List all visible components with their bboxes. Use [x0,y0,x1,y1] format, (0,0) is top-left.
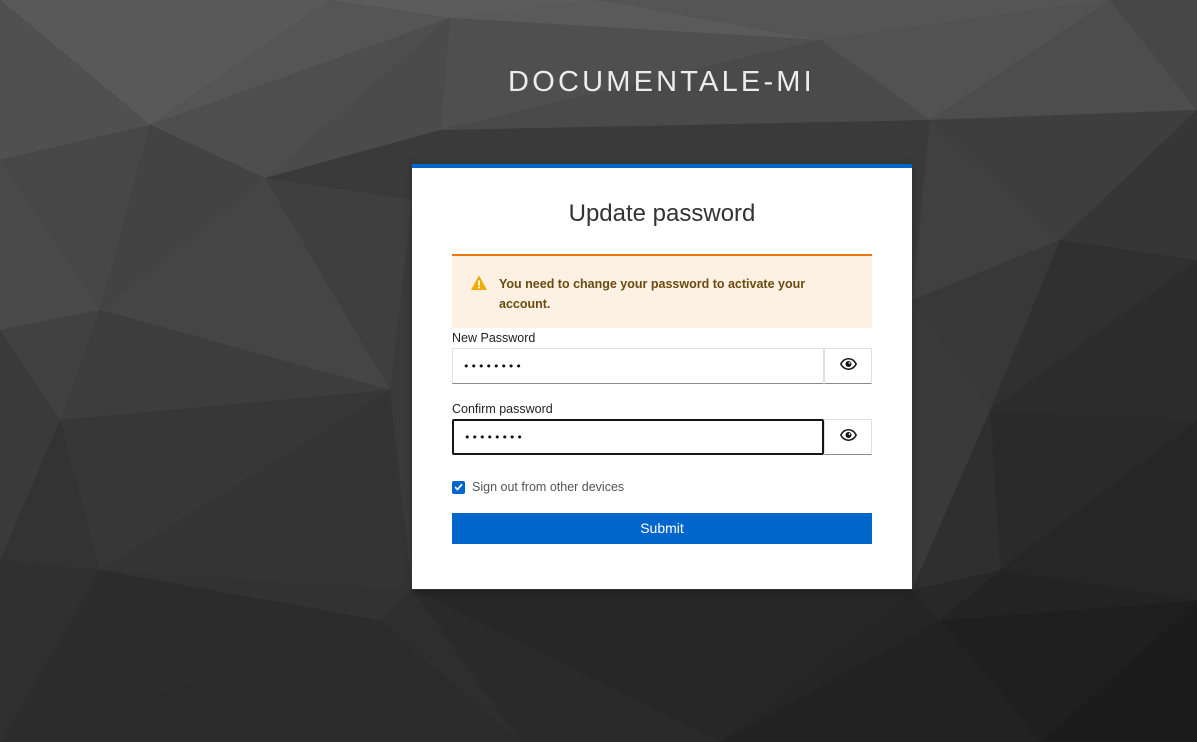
eye-icon [839,428,857,446]
confirm-password-input[interactable] [452,419,824,455]
submit-button[interactable]: Submit [452,513,872,544]
checkmark-icon [454,483,463,491]
confirm-password-group [452,419,872,455]
eye-icon [839,357,857,375]
logout-sessions-label: Sign out from other devices [472,480,625,494]
show-confirm-password-button[interactable] [824,419,872,455]
logout-sessions-checkbox[interactable] [452,480,465,494]
page-title: Update password [568,200,756,227]
new-password-input[interactable] [452,348,824,384]
logout-sessions-row[interactable]: Sign out from other devices [452,478,624,496]
update-password-card: Update password You need to change your … [412,164,912,589]
warning-triangle-icon [470,274,488,292]
new-password-label: New Password [452,331,536,345]
new-password-group [452,348,872,384]
warning-alert: You need to change your password to acti… [452,254,872,328]
confirm-password-label: Confirm password [452,402,553,416]
show-new-password-button[interactable] [824,348,872,384]
alert-message: You need to change your password to acti… [499,277,806,311]
brand-title: DOCUMENTALE-MI [508,66,815,98]
